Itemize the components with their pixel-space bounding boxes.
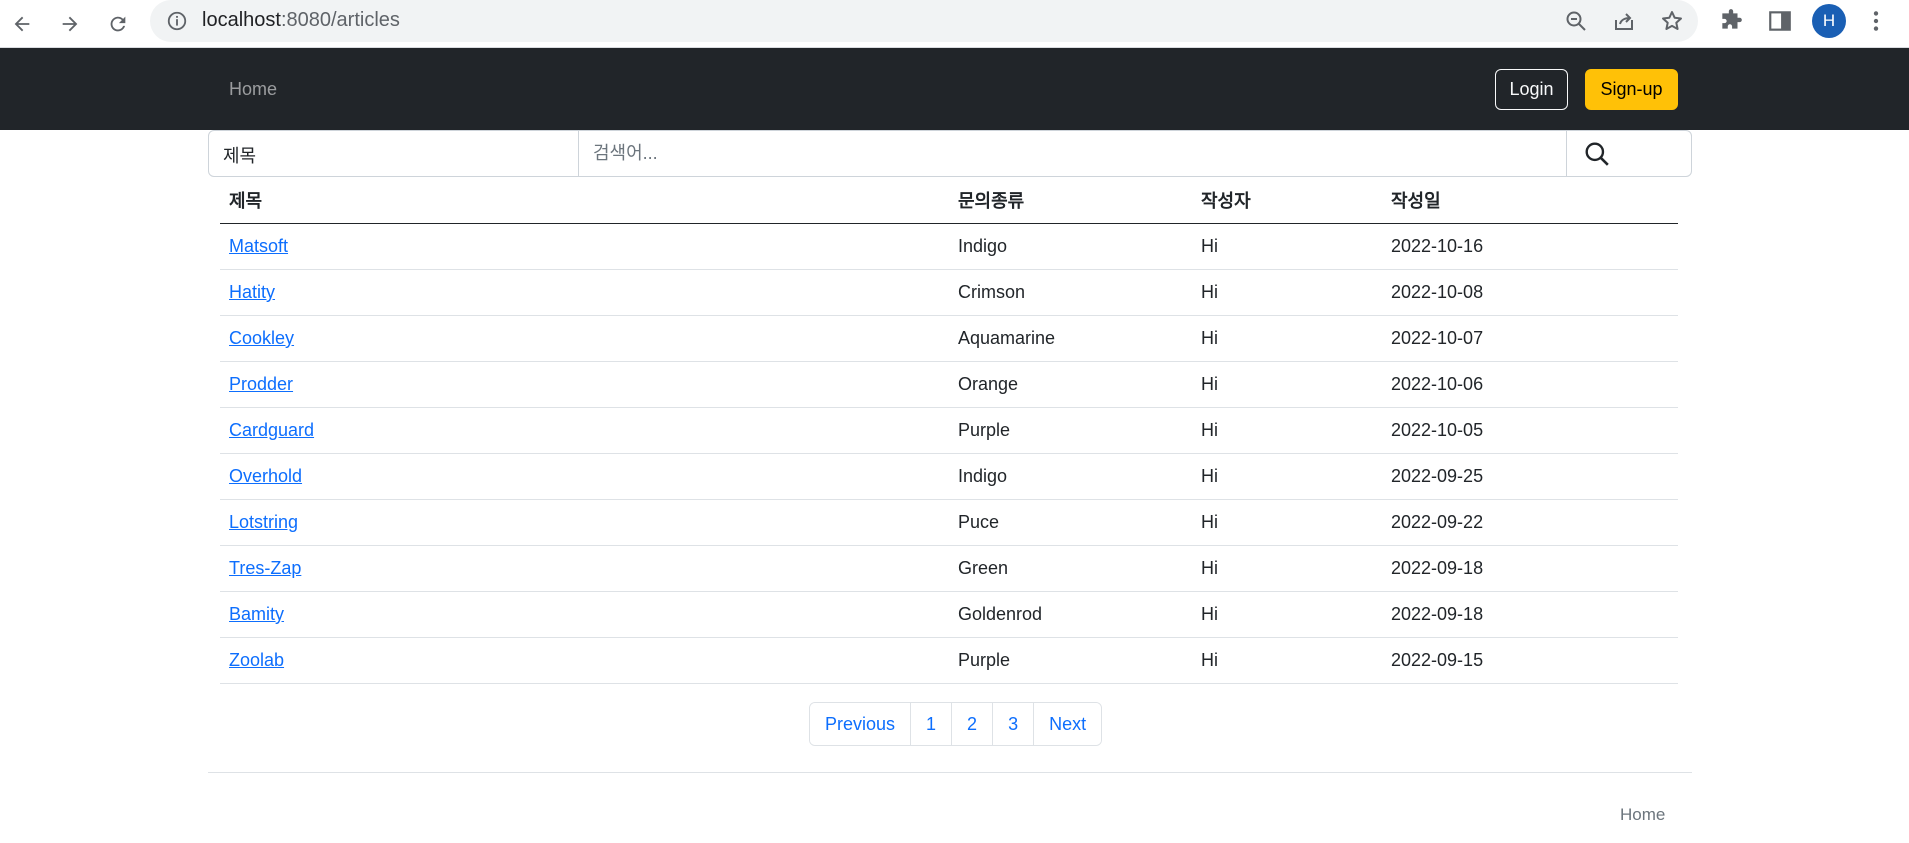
side-panel-icon[interactable] — [1767, 8, 1793, 34]
articles-table: 제목 문의종류 작성자 작성일 Matsoft Indigo Hi 2022-1… — [220, 177, 1678, 684]
article-link[interactable]: Cookley — [229, 328, 294, 348]
table-row: Matsoft Indigo Hi 2022-10-16 — [220, 223, 1678, 270]
page-previous[interactable]: Previous — [810, 703, 912, 745]
cell-author: Hi — [1192, 315, 1382, 362]
page-2[interactable]: 2 — [952, 703, 994, 745]
header-date[interactable]: 작성일 — [1382, 177, 1678, 224]
cell-author: Hi — [1192, 223, 1382, 270]
cell-date: 2022-10-16 — [1382, 223, 1678, 270]
article-link[interactable]: Bamity — [229, 604, 284, 624]
table-row: Lotstring Puce Hi 2022-09-22 — [220, 499, 1678, 546]
cell-type: Indigo — [949, 223, 1192, 270]
article-link[interactable]: Tres-Zap — [229, 558, 301, 578]
table-row: Tres-Zap Green Hi 2022-09-18 — [220, 545, 1678, 592]
table-row: Hatity Crimson Hi 2022-10-08 — [220, 269, 1678, 316]
article-link[interactable]: Hatity — [229, 282, 275, 302]
cell-title: Hatity — [220, 269, 949, 316]
cell-date: 2022-09-22 — [1382, 499, 1678, 546]
cell-title: Overhold — [220, 453, 949, 500]
search-button[interactable] — [1567, 131, 1627, 176]
cell-author: Hi — [1192, 453, 1382, 500]
cell-title: Cookley — [220, 315, 949, 362]
url-text: localhost:8080/articles — [202, 9, 400, 32]
pagination: Previous 1 2 3 Next — [809, 702, 1103, 746]
cell-title: Lotstring — [220, 499, 949, 546]
cell-author: Hi — [1192, 269, 1382, 316]
cell-date: 2022-10-07 — [1382, 315, 1678, 362]
search-type-select[interactable]: 제목 — [209, 131, 579, 176]
cell-title: Prodder — [220, 361, 949, 408]
page-3[interactable]: 3 — [993, 703, 1035, 745]
cell-type: Aquamarine — [949, 315, 1192, 362]
cell-author: Hi — [1192, 499, 1382, 546]
article-link[interactable]: Zoolab — [229, 650, 284, 670]
bookmark-star-icon[interactable] — [1660, 9, 1684, 33]
extensions-icon[interactable] — [1718, 8, 1744, 34]
cell-author: Hi — [1192, 637, 1382, 684]
cell-type: Purple — [949, 407, 1192, 454]
article-link[interactable]: Overhold — [229, 466, 302, 486]
zoom-icon[interactable] — [1564, 9, 1588, 33]
cell-type: Purple — [949, 637, 1192, 684]
menu-kebab-icon[interactable] — [1863, 8, 1889, 34]
cell-title: Tres-Zap — [220, 545, 949, 592]
site-info-icon[interactable] — [166, 10, 188, 32]
url-path: :8080/articles — [280, 9, 400, 31]
back-icon[interactable] — [6, 8, 38, 40]
article-link[interactable]: Prodder — [229, 374, 293, 394]
cell-date: 2022-10-05 — [1382, 407, 1678, 454]
footer-home-link[interactable]: Home — [1620, 805, 1665, 825]
cell-type: Crimson — [949, 269, 1192, 316]
cell-date: 2022-10-08 — [1382, 269, 1678, 316]
cell-date: 2022-09-18 — [1382, 591, 1678, 638]
table-row: Cookley Aquamarine Hi 2022-10-07 — [220, 315, 1678, 362]
cell-type: Orange — [949, 361, 1192, 408]
cell-type: Indigo — [949, 453, 1192, 500]
cell-author: Hi — [1192, 591, 1382, 638]
table-header-row: 제목 문의종류 작성자 작성일 — [220, 177, 1678, 224]
cell-type: Puce — [949, 499, 1192, 546]
page-next[interactable]: Next — [1034, 703, 1102, 745]
table-row: Overhold Indigo Hi 2022-09-25 — [220, 453, 1678, 500]
reload-icon[interactable] — [102, 8, 134, 40]
cell-author: Hi — [1192, 361, 1382, 408]
forward-icon[interactable] — [54, 8, 86, 40]
cell-title: Bamity — [220, 591, 949, 638]
cell-title: Matsoft — [220, 223, 949, 270]
cell-title: Cardguard — [220, 407, 949, 454]
header-title[interactable]: 제목 — [220, 177, 949, 224]
cell-date: 2022-09-18 — [1382, 545, 1678, 592]
login-button[interactable]: Login — [1495, 69, 1568, 110]
site-navbar: Home Login Sign-up — [0, 48, 1909, 130]
table-row: Bamity Goldenrod Hi 2022-09-18 — [220, 591, 1678, 638]
cell-type: Green — [949, 545, 1192, 592]
nav-home-link[interactable]: Home — [229, 79, 277, 100]
cell-author: Hi — [1192, 545, 1382, 592]
article-link[interactable]: Matsoft — [229, 236, 288, 256]
page-1[interactable]: 1 — [911, 703, 953, 745]
article-link[interactable]: Cardguard — [229, 420, 314, 440]
cell-title: Zoolab — [220, 637, 949, 684]
address-bar[interactable]: localhost:8080/articles — [150, 0, 1698, 42]
footer-divider — [208, 772, 1692, 773]
browser-toolbar: localhost:8080/articles H — [0, 0, 1909, 48]
table-row: Zoolab Purple Hi 2022-09-15 — [220, 637, 1678, 684]
url-host: localhost — [202, 9, 281, 31]
header-type[interactable]: 문의종류 — [949, 177, 1192, 224]
cell-author: Hi — [1192, 407, 1382, 454]
cell-date: 2022-09-25 — [1382, 453, 1678, 500]
table-row: Prodder Orange Hi 2022-10-06 — [220, 361, 1678, 408]
signup-button[interactable]: Sign-up — [1585, 69, 1678, 110]
search-bar: 제목 — [208, 130, 1692, 177]
cell-date: 2022-10-06 — [1382, 361, 1678, 408]
table-row: Cardguard Purple Hi 2022-10-05 — [220, 407, 1678, 454]
profile-avatar[interactable]: H — [1812, 4, 1846, 38]
header-author[interactable]: 작성자 — [1192, 177, 1382, 224]
cell-date: 2022-09-15 — [1382, 637, 1678, 684]
cell-type: Goldenrod — [949, 591, 1192, 638]
article-link[interactable]: Lotstring — [229, 512, 298, 532]
search-input[interactable] — [579, 131, 1569, 176]
share-icon[interactable] — [1612, 9, 1636, 33]
search-icon — [1585, 142, 1609, 166]
